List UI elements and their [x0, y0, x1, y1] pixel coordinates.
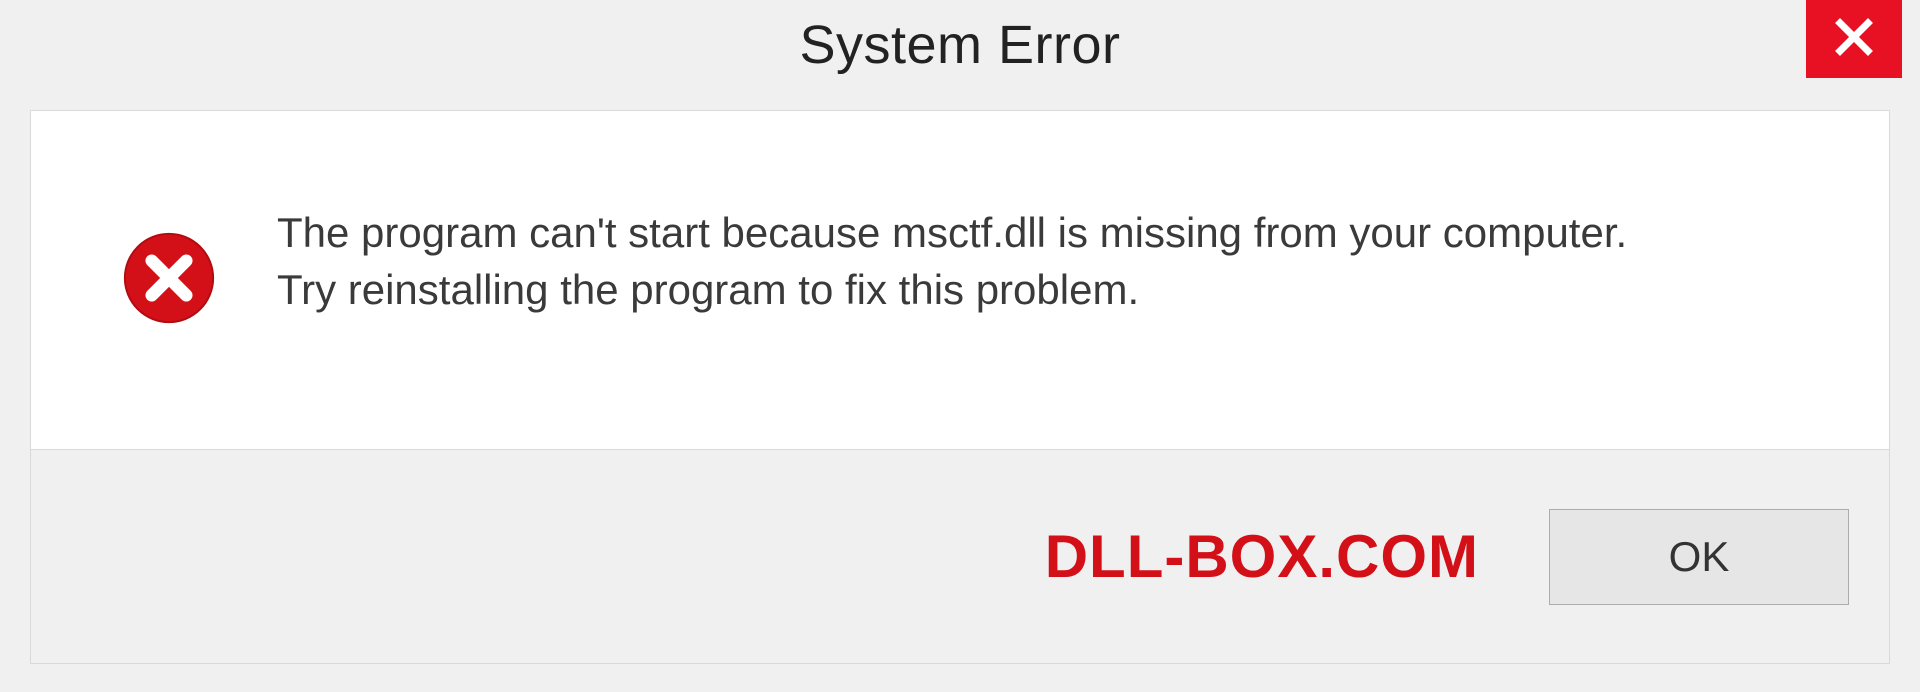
error-icon — [121, 230, 217, 331]
footer-inner: DLL-BOX.COM OK — [1045, 509, 1849, 605]
titlebar: System Error — [0, 0, 1920, 90]
close-button[interactable] — [1806, 0, 1902, 78]
dialog-title: System Error — [799, 14, 1120, 76]
content-panel: The program can't start because msctf.dl… — [30, 110, 1890, 450]
message-block: The program can't start because msctf.dl… — [277, 205, 1627, 318]
message-line-2: Try reinstalling the program to fix this… — [277, 262, 1627, 319]
ok-button[interactable]: OK — [1549, 509, 1849, 605]
watermark-text: DLL-BOX.COM — [1045, 522, 1479, 591]
dialog-footer: DLL-BOX.COM OK — [30, 450, 1890, 664]
message-line-1: The program can't start because msctf.dl… — [277, 205, 1627, 262]
close-icon — [1834, 17, 1874, 62]
